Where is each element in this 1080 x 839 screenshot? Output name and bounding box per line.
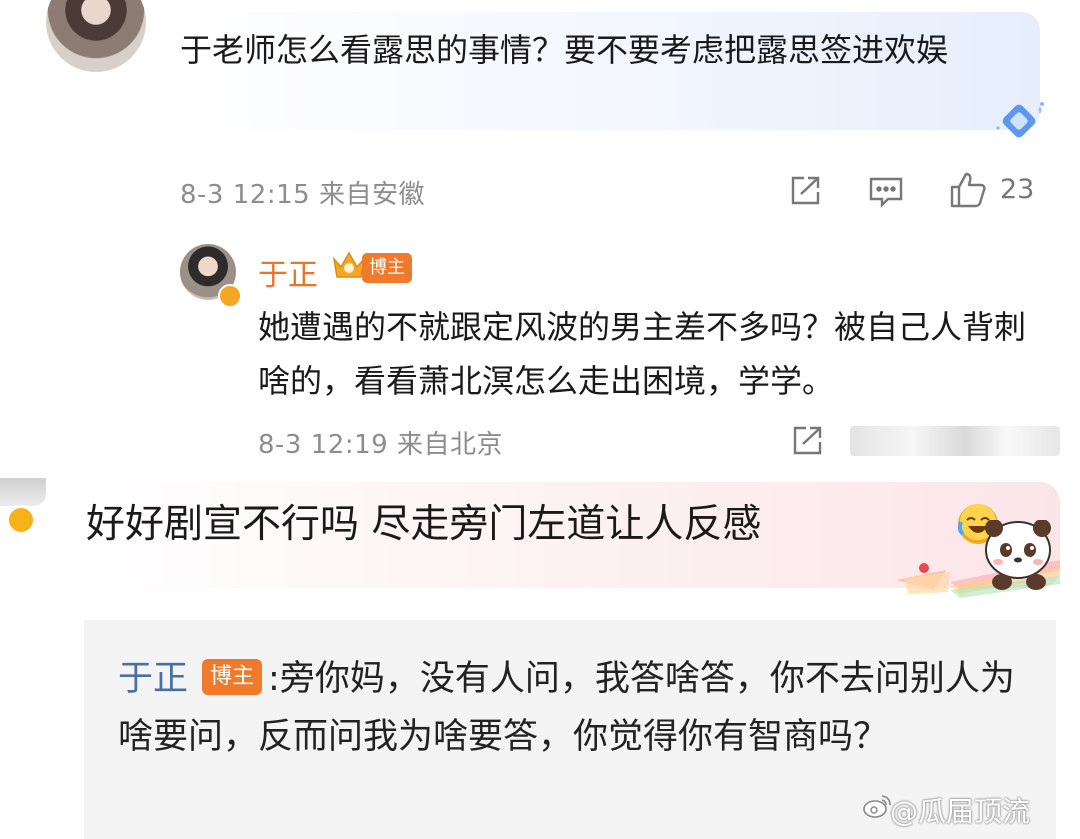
- comment-location: 来自安徽: [318, 180, 425, 210]
- comment-text: 于老师怎么看露思的事情？要不要考虑把露思签进欢娱: [180, 31, 949, 69]
- author-name[interactable]: 于正: [258, 250, 318, 294]
- reply-preview: 于正 博主:旁你妈，没有人问，我答啥答，你不去问别人为啥要问，反而问我为啥要答，你…: [118, 650, 1018, 766]
- weibo-logo-icon: [863, 795, 891, 818]
- commenter-avatar[interactable]: [46, 0, 146, 72]
- like-count: 23: [1000, 174, 1035, 205]
- reply-author-name[interactable]: 于正: [118, 659, 188, 699]
- verified-badge-icon: [6, 505, 36, 535]
- watermark-text: @瓜届顶流: [890, 795, 1031, 828]
- diamond-badge-icon: [996, 102, 1044, 138]
- reply-text: 她遭遇的不就跟定风波的男主差不多吗？被自己人背刺啥的，看看萧北溟怎么走出困境，学…: [258, 308, 1027, 400]
- blogger-tag: 博主: [202, 659, 263, 695]
- like-icon[interactable]: [948, 170, 988, 210]
- reply-date: 8-3 12:19: [258, 430, 389, 460]
- reply-location: 来自北京: [396, 430, 503, 460]
- share-icon[interactable]: [788, 174, 822, 208]
- share-icon[interactable]: [790, 424, 824, 458]
- blogger-tag: 博主: [362, 253, 412, 283]
- verified-badge-icon: [218, 284, 242, 308]
- commenter-avatar[interactable]: [0, 478, 46, 506]
- comment-icon[interactable]: [868, 176, 904, 208]
- panda-sticker-icon: [896, 520, 1060, 598]
- comment-text: 好好剧宣不行吗 尽走旁门左道让人反感: [86, 502, 762, 547]
- comment-date: 8-3 12:15: [180, 180, 311, 210]
- reply-meta: 8-3 12:19 来自北京: [258, 424, 503, 461]
- comment-meta: 8-3 12:15 来自安徽: [180, 174, 425, 211]
- reply-separator: :: [268, 659, 280, 699]
- blurred-actions: [850, 426, 1060, 456]
